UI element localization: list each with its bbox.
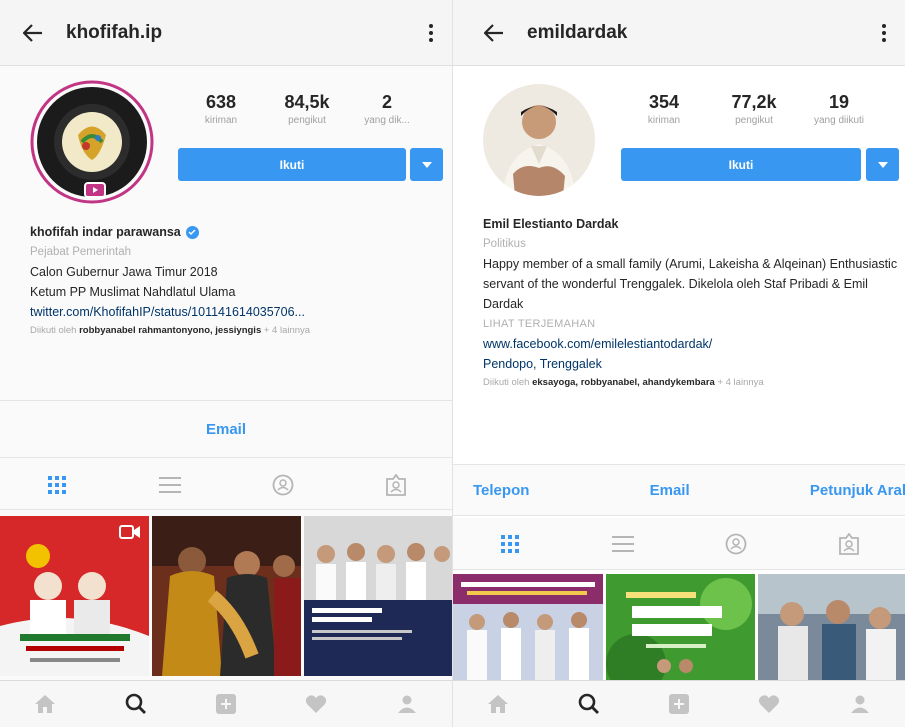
followed-by-prefix: Diikuti oleh: [30, 325, 80, 336]
follow-button[interactable]: Ikuti: [621, 148, 861, 181]
bio-line-2: Ketum PP Muslimat Nahdlatul Ulama: [30, 285, 236, 299]
see-translation-link[interactable]: LIHAT TERJEMAHAN: [483, 314, 901, 334]
search-icon[interactable]: [123, 691, 149, 717]
bottom-navigation: [453, 680, 905, 727]
stat-posts-count: 354: [648, 92, 680, 112]
search-icon[interactable]: [576, 691, 602, 717]
heart-icon[interactable]: [756, 691, 782, 717]
display-name-text: khofifah indar parawansa: [30, 225, 181, 239]
bottom-navigation: [0, 680, 452, 727]
phone-button[interactable]: Telepon: [473, 482, 529, 499]
stat-following[interactable]: 19 yang diikuti: [803, 92, 875, 126]
email-button[interactable]: Email: [650, 482, 690, 499]
stat-posts-count: 638: [205, 92, 237, 112]
profile-bio: Emil Elestianto Dardak Politikus Happy m…: [483, 214, 901, 389]
post-thumbnail[interactable]: [758, 574, 905, 682]
post-thumbnail[interactable]: [152, 516, 301, 676]
post-grid: [453, 574, 905, 682]
video-camera-icon: [119, 524, 141, 545]
followed-by-suffix: + 4 lainnya: [714, 377, 764, 388]
post-grid: [0, 516, 452, 676]
tagged-icon[interactable]: [271, 473, 295, 497]
suggestions-dropdown-button[interactable]: [410, 148, 443, 181]
suggestions-dropdown-button[interactable]: [866, 148, 899, 181]
profile-tabs: [453, 518, 905, 570]
grid-icon[interactable]: [45, 473, 69, 497]
avatar[interactable]: [483, 84, 595, 196]
stat-following[interactable]: 2 yang dik...: [352, 92, 422, 126]
profile-category: Politikus: [483, 238, 526, 250]
profile-icon[interactable]: [394, 691, 420, 717]
more-options-icon[interactable]: [877, 21, 891, 45]
profile-panel-emildardak: emildardak 354 kiriman 77,2k pengikut 19…: [453, 0, 905, 727]
followed-by-prefix: Diikuti oleh: [483, 377, 533, 388]
profile-category: Pejabat Pemerintah: [30, 246, 132, 258]
contact-actions: Email: [0, 400, 452, 458]
back-arrow-icon[interactable]: [481, 20, 507, 46]
stat-following-label: yang diikuti: [813, 115, 865, 126]
follow-button[interactable]: Ikuti: [178, 148, 406, 181]
bio-line-1: Calon Gubernur Jawa Timur 2018: [30, 265, 218, 279]
post-thumbnail[interactable]: [304, 516, 452, 676]
tagged-icon[interactable]: [724, 532, 748, 556]
bio-link[interactable]: twitter.com/KhofifahIP/status/1011416140…: [30, 302, 450, 322]
stat-posts[interactable]: 638 kiriman: [180, 92, 262, 126]
profile-panel-khofifah: khofifah.ip 638 kiriman 84,5k pengikut 2…: [0, 0, 452, 727]
stat-following-count: 19: [828, 92, 850, 112]
chevron-down-icon: [421, 161, 432, 168]
profile-display-name: Emil Elestianto Dardak: [483, 217, 619, 231]
verified-badge-icon: [185, 225, 199, 239]
stat-followers[interactable]: 84,5k pengikut: [262, 92, 352, 126]
grid-icon[interactable]: [498, 532, 522, 556]
add-icon[interactable]: [213, 691, 239, 717]
email-button[interactable]: Email: [206, 421, 246, 438]
bio-text: Happy member of a small family (Arumi, L…: [483, 257, 898, 311]
followed-by[interactable]: Diikuti oleh robbyanabel rahmantonyono, …: [30, 325, 450, 337]
followed-by-suffix: + 4 lainnya: [261, 325, 311, 336]
stat-posts-label: kiriman: [647, 115, 681, 126]
followed-by[interactable]: Diikuti oleh eksayoga, robbyanabel, ahan…: [483, 377, 901, 389]
stat-posts-label: kiriman: [204, 115, 238, 126]
profile-icon[interactable]: [847, 691, 873, 717]
stat-posts[interactable]: 354 kiriman: [623, 92, 705, 126]
stat-following-label: yang dik...: [364, 115, 410, 126]
profile-stats: 354 kiriman 77,2k pengikut 19 yang diiku…: [623, 92, 875, 126]
post-thumbnail[interactable]: [453, 574, 603, 682]
add-icon[interactable]: [666, 691, 692, 717]
stat-following-count: 2: [381, 92, 392, 112]
home-icon[interactable]: [485, 691, 511, 717]
top-bar: emildardak: [453, 0, 905, 66]
contact-actions: Telepon Email Petunjuk Arah: [453, 464, 905, 516]
post-thumbnail[interactable]: [606, 574, 755, 682]
more-options-icon[interactable]: [424, 21, 438, 45]
list-icon[interactable]: [611, 532, 635, 556]
followed-by-names: eksayoga, robbyanabel, ahandykembara: [532, 377, 715, 388]
top-bar: khofifah.ip: [0, 0, 452, 66]
stat-followers-count: 77,2k: [731, 92, 777, 112]
profile-bio: khofifah indar parawansa Pejabat Pemerin…: [30, 222, 450, 337]
profile-tabs: [0, 460, 452, 510]
followed-by-names: robbyanabel rahmantonyono, jessiyngis: [79, 325, 262, 336]
heart-icon[interactable]: [303, 691, 329, 717]
bio-link[interactable]: www.facebook.com/emilelestiantodardak/: [483, 334, 901, 354]
profile-username: khofifah.ip: [66, 21, 163, 43]
stat-followers-label: pengikut: [735, 115, 773, 126]
chevron-down-icon: [877, 161, 888, 168]
profile-display-name: khofifah indar parawansa: [30, 222, 450, 242]
saved-tag-icon[interactable]: [384, 473, 408, 497]
list-icon[interactable]: [158, 473, 182, 497]
saved-tag-icon[interactable]: [837, 532, 861, 556]
profile-username: emildardak: [527, 21, 628, 43]
stat-followers-count: 84,5k: [284, 92, 330, 112]
stat-followers-label: pengikut: [288, 115, 326, 126]
back-arrow-icon[interactable]: [20, 20, 46, 46]
stat-followers[interactable]: 77,2k pengikut: [705, 92, 803, 126]
live-badge-icon: [84, 182, 106, 198]
directions-button[interactable]: Petunjuk Arah: [810, 482, 905, 499]
profile-stats: 638 kiriman 84,5k pengikut 2 yang dik...: [180, 92, 422, 126]
home-icon[interactable]: [32, 691, 58, 717]
bio-location[interactable]: Pendopo, Trenggalek: [483, 354, 901, 374]
post-thumbnail[interactable]: [0, 516, 149, 676]
